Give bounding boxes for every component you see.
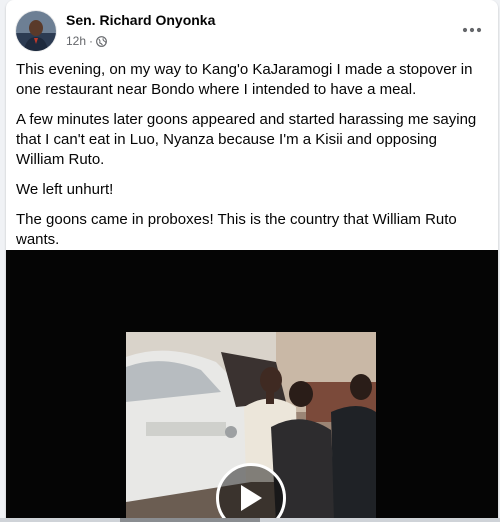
ellipsis-icon <box>462 27 482 33</box>
post-paragraph-3: We left unhurt! <box>16 181 114 198</box>
author-name[interactable]: Sen. Richard Onyonka <box>66 12 215 28</box>
scrollbar-thumb[interactable] <box>120 518 260 522</box>
play-icon <box>241 485 262 511</box>
post-meta: 12h · <box>66 34 107 48</box>
post-paragraph-4: The goons came in proboxes! This is the … <box>16 211 457 248</box>
post-paragraph-2: A few minutes later goons appeared and s… <box>16 111 477 168</box>
post-card: Sen. Richard Onyonka 12h · This evening,… <box>6 0 498 522</box>
post-timestamp[interactable]: 12h <box>66 34 86 48</box>
meta-separator: · <box>89 34 94 48</box>
video-player[interactable] <box>6 250 498 522</box>
globe-icon[interactable] <box>96 35 107 47</box>
avatar-photo <box>16 11 56 51</box>
post-paragraph-1: This evening, on my way to Kang'o KaJara… <box>16 61 473 98</box>
more-options-button[interactable] <box>456 14 488 46</box>
post-text: This evening, on my way to Kang'o KaJara… <box>16 60 488 260</box>
horizontal-scrollbar[interactable] <box>0 518 500 522</box>
post-header: Sen. Richard Onyonka 12h · <box>6 0 498 58</box>
author-avatar[interactable] <box>16 11 56 51</box>
